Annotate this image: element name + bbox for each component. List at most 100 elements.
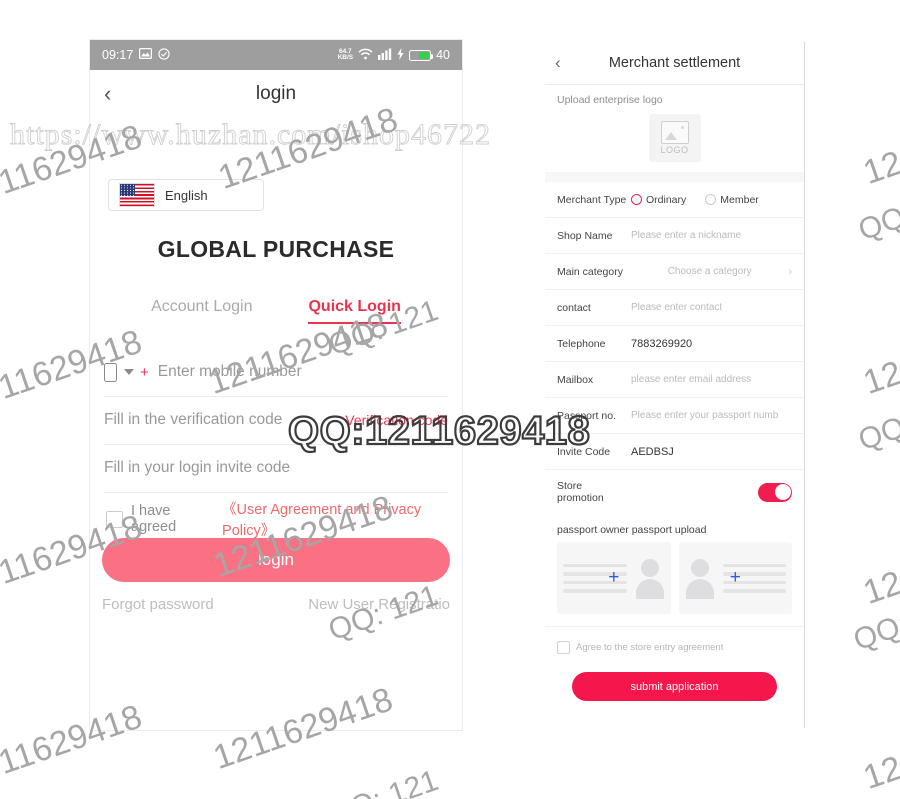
watermark-tile: QQ: 121: [854, 389, 900, 458]
battery-icon: [409, 49, 434, 61]
watermark-tile: 121: [858, 137, 900, 192]
person-silhouette-icon: [633, 557, 667, 599]
store-promotion-row: Store promotion: [545, 470, 804, 514]
merchant-navbar: ‹ Merchant settlement: [545, 42, 804, 85]
passport-upload-cards: + +: [545, 542, 804, 614]
country-code-plus: +: [140, 363, 149, 381]
network-speed-indicator: 64.7 KB/S: [337, 47, 354, 61]
signal-bars-icon: [378, 48, 392, 63]
user-agreement-link[interactable]: 《User Agreement and Privacy Policy》: [222, 498, 462, 540]
invite-code-field[interactable]: Fill in your login invite code: [104, 444, 448, 493]
invite-code-row[interactable]: Invite Code AEDBSJ: [545, 434, 804, 470]
agreement-text: I have agreed: [131, 503, 177, 535]
store-agreement-checkbox[interactable]: [557, 641, 570, 654]
mailbox-row[interactable]: Mailbox please enter email address: [545, 362, 804, 398]
watermark-tile: 121: [858, 557, 900, 612]
tab-quick-login[interactable]: Quick Login: [308, 298, 402, 324]
invite-code-label: Invite Code: [557, 445, 611, 458]
invite-code-value[interactable]: AEDBSJ: [631, 446, 674, 458]
shop-name-row[interactable]: Shop Name Please enter a nickname: [545, 218, 804, 254]
passport-no-input[interactable]: Please enter your passport numb: [631, 410, 778, 421]
verification-input-placeholder: Fill in the verification code: [104, 411, 283, 428]
screenshot-stage: 09:17 64.7 KB/S 40 ‹ login English GLOBA…: [0, 0, 900, 799]
phone-icon: [104, 362, 117, 382]
plus-icon: +: [729, 567, 741, 588]
forgot-password-link[interactable]: Forgot password: [102, 596, 214, 613]
main-category-value[interactable]: Choose a category: [631, 266, 788, 277]
telephone-label: Telephone: [557, 337, 606, 350]
agreement-checkbox[interactable]: [106, 510, 123, 528]
chevron-down-icon[interactable]: [124, 369, 134, 375]
logo-caption: LOGO: [660, 145, 689, 155]
store-promotion-toggle[interactable]: [758, 482, 792, 502]
shop-name-input[interactable]: Please enter a nickname: [631, 230, 741, 241]
submit-application-button[interactable]: submit application: [572, 672, 777, 701]
telephone-row[interactable]: Telephone 7883269920: [545, 326, 804, 362]
merchant-type-options: Ordinary Member: [631, 194, 769, 206]
shop-name-label: Shop Name: [557, 229, 613, 242]
status-time: 09:17: [102, 48, 134, 62]
watermark-tile: 121: [858, 347, 900, 402]
watermark-tile: QQ: 121: [854, 179, 900, 248]
merchant-settlement-screen: ‹ Merchant settlement Upload enterprise …: [545, 42, 805, 728]
mobile-number-field[interactable]: + Enter mobile number: [104, 348, 448, 397]
chevron-left-icon[interactable]: ‹: [104, 83, 111, 105]
verification-code-field[interactable]: Fill in the verification code Verificati…: [104, 396, 448, 445]
login-navbar: ‹ login: [90, 70, 462, 118]
chevron-left-icon[interactable]: ‹: [555, 53, 561, 73]
passport-front-upload[interactable]: +: [557, 542, 671, 614]
image-placeholder-icon: [660, 121, 689, 144]
page-title: Merchant settlement: [608, 55, 741, 71]
new-user-registration-link[interactable]: New User Registratio: [308, 596, 450, 613]
send-verification-code-button[interactable]: Verification code: [345, 412, 448, 428]
login-button[interactable]: login: [102, 538, 450, 582]
card-lines: [557, 563, 633, 593]
upload-logo-label: Upload enterprise logo: [557, 94, 663, 106]
mailbox-label: Mailbox: [557, 373, 594, 386]
tab-account-login[interactable]: Account Login: [151, 298, 252, 324]
brand-title: GLOBAL PURCHASE: [157, 236, 395, 262]
language-label: English: [165, 187, 208, 203]
section-divider: [545, 172, 804, 182]
passport-back-upload[interactable]: +: [678, 542, 792, 614]
merchant-type-row: Merchant Type Ordinary Member: [545, 182, 804, 218]
upload-logo-button[interactable]: LOGO: [648, 114, 701, 162]
contact-input[interactable]: Please enter contact: [631, 302, 722, 313]
status-bar-right: 64.7 KB/S 40: [337, 47, 450, 63]
status-bar: 09:17 64.7 KB/S 40: [90, 40, 462, 70]
charging-bolt-icon: [397, 47, 404, 63]
person-silhouette-icon: [683, 557, 717, 599]
radio-option-member[interactable]: Member: [705, 194, 759, 206]
telephone-input[interactable]: 7883269920: [631, 338, 692, 350]
watermark-tile: 121: [858, 742, 900, 797]
watermark-tile: QQ: 121: [849, 589, 900, 658]
contact-label: contact: [557, 301, 591, 314]
wifi-icon: [358, 48, 373, 63]
us-flag-icon: [119, 183, 155, 207]
store-promotion-label: Store promotion: [557, 480, 604, 504]
passport-no-row[interactable]: Passport no. Please enter your passport …: [545, 398, 804, 434]
main-category-row[interactable]: Main category Choose a category ›: [545, 254, 804, 290]
store-agreement-text: Agree to the store entry agreement: [576, 642, 724, 653]
radio-option-ordinary[interactable]: Ordinary: [631, 194, 686, 206]
photo-icon: [139, 48, 153, 62]
battery-percent: 40: [436, 48, 450, 62]
watermark-tile: QQ: 121: [324, 764, 443, 799]
store-agreement-row: Agree to the store entry agreement: [545, 626, 804, 654]
passport-upload-label: passport owner passport upload: [557, 524, 707, 536]
main-category-label: Main category: [557, 265, 623, 278]
contact-row[interactable]: contact Please enter contact: [545, 290, 804, 326]
page-title: login: [255, 83, 297, 104]
plus-icon: +: [608, 567, 620, 588]
radio-icon: [705, 194, 717, 205]
invite-input-placeholder: Fill in your login invite code: [104, 459, 291, 476]
mobile-input-placeholder: Enter mobile number: [157, 363, 302, 380]
language-selector[interactable]: English: [108, 179, 264, 211]
mailbox-input[interactable]: please enter email address: [631, 374, 751, 385]
radio-icon: [631, 194, 642, 205]
agreement-row: I have agreed 《User Agreement and Privac…: [106, 498, 462, 540]
merchant-type-label: Merchant Type: [557, 193, 627, 206]
chevron-right-icon[interactable]: ›: [788, 266, 792, 278]
passport-no-label: Passport no.: [557, 409, 616, 422]
login-tabs: Account Login Quick Login: [90, 298, 462, 324]
